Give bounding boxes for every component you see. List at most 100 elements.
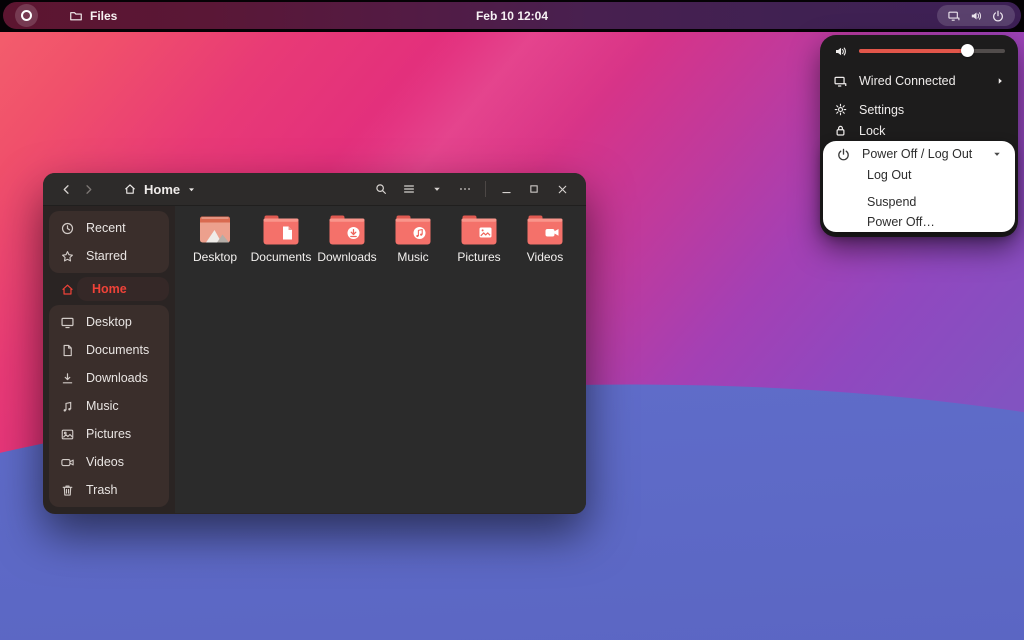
download-icon (60, 371, 75, 386)
desktop-folder-icon (197, 215, 233, 245)
gear-icon (833, 102, 848, 117)
trash-icon (60, 483, 75, 498)
sidebar-item-label: Home (92, 282, 127, 296)
location-button[interactable]: Home (115, 177, 204, 201)
folder-icon (395, 215, 431, 245)
caret-down-icon (992, 149, 1002, 159)
window-menu-button[interactable] (453, 177, 477, 201)
folder-item-downloads[interactable]: Downloads (314, 215, 380, 264)
submenu-item-power-off[interactable]: Power Off… (827, 212, 1011, 232)
folder-grid: Desktop Documents Downloads Music Pictur… (175, 206, 586, 513)
image-icon (60, 427, 75, 442)
forward-button[interactable] (77, 178, 99, 200)
menu-item-settings[interactable]: Settings (826, 99, 1012, 120)
folder-label: Downloads (317, 250, 377, 264)
folder-icon (263, 215, 299, 245)
ubuntu-logo-icon (21, 10, 32, 21)
volume-icon (833, 44, 848, 59)
home-icon (60, 282, 75, 297)
sidebar-item-label: Trash (86, 483, 118, 497)
sidebar-item-videos[interactable]: Videos (49, 448, 169, 476)
system-tray-button[interactable] (937, 5, 1015, 26)
document-icon (60, 343, 75, 358)
view-options-caret-button[interactable] (425, 177, 449, 201)
folder-item-music[interactable]: Music (380, 215, 446, 264)
volume-slider[interactable] (859, 44, 1005, 57)
folder-item-videos[interactable]: Videos (512, 215, 578, 264)
sidebar-item-label: Downloads (86, 371, 148, 385)
menu-item-lock[interactable]: Lock (826, 120, 1012, 141)
sidebar-item-label: Pictures (86, 427, 132, 441)
view-list-button[interactable] (397, 177, 421, 201)
network-wired-icon (833, 74, 848, 89)
back-button[interactable] (55, 178, 77, 200)
clock-label[interactable]: Feb 10 12:04 (476, 9, 548, 23)
close-button[interactable] (550, 177, 574, 201)
window-titlebar: Home (43, 173, 586, 206)
app-name: Files (90, 8, 118, 23)
volume-icon (969, 9, 983, 23)
folder-icon (69, 9, 83, 23)
files-window: Home Recent Starred Home Desktop Documen… (43, 173, 586, 514)
menu-item-power-off-log-out[interactable]: Power Off / Log Out (823, 143, 1015, 165)
caret-down-icon (187, 185, 196, 194)
power-icon (836, 147, 851, 162)
top-bar: Files Feb 10 12:04 (3, 2, 1021, 29)
submenu-item-log-out[interactable]: Log Out (827, 165, 1011, 185)
sidebar-item-label: Documents (86, 343, 150, 357)
power-icon (991, 9, 1005, 23)
video-camera-icon (60, 455, 75, 470)
sidebar-item-starred[interactable]: Starred (49, 242, 169, 270)
menu-item-label: Wired Connected (859, 74, 956, 88)
clock-icon (60, 221, 75, 236)
sidebar: Recent Starred Home Desktop Documents Do… (43, 206, 175, 513)
sidebar-item-downloads[interactable]: Downloads (49, 364, 169, 392)
menu-item-wired-connected[interactable]: Wired Connected (826, 69, 1012, 93)
sidebar-item-label: Recent (86, 221, 126, 235)
sidebar-item-label: Starred (86, 249, 127, 263)
quick-settings-menu: Wired Connected Settings Lock Power Off … (820, 35, 1018, 237)
sidebar-item-recent[interactable]: Recent (49, 214, 169, 242)
sidebar-item-trash[interactable]: Trash (49, 476, 169, 504)
location-label: Home (144, 181, 181, 197)
menu-item-label: Settings (859, 102, 905, 117)
display-icon (60, 315, 75, 330)
power-submenu-panel: Power Off / Log Out Log Out Suspend Powe… (823, 141, 1015, 232)
folder-icon (329, 215, 365, 245)
submenu-item-suspend[interactable]: Suspend (827, 192, 1011, 212)
volume-slider-knob[interactable] (961, 44, 975, 57)
folder-label: Music (397, 250, 429, 264)
music-note-icon (60, 399, 75, 414)
focused-app-indicator[interactable]: Files (69, 2, 117, 29)
sidebar-group-top: Recent Starred (49, 211, 169, 273)
submenu-separator (823, 185, 1015, 192)
menu-item-label: Lock (859, 123, 886, 138)
window-body: Recent Starred Home Desktop Documents Do… (43, 206, 586, 513)
folder-item-documents[interactable]: Documents (248, 215, 314, 264)
minimize-button[interactable] (494, 177, 518, 201)
sidebar-group-places: Desktop Documents Downloads Music Pictur… (49, 305, 169, 507)
folder-item-pictures[interactable]: Pictures (446, 215, 512, 264)
network-wired-icon (947, 9, 961, 23)
folder-label: Videos (526, 250, 564, 264)
sidebar-item-desktop[interactable]: Desktop (49, 308, 169, 336)
sidebar-item-pictures[interactable]: Pictures (49, 420, 169, 448)
maximize-button[interactable] (522, 177, 546, 201)
sidebar-item-music[interactable]: Music (49, 392, 169, 420)
folder-item-desktop[interactable]: Desktop (182, 215, 248, 264)
sidebar-item-home[interactable]: Home (49, 274, 169, 304)
clock-area: Feb 10 12:04 (3, 2, 1021, 29)
sidebar-item-label: Desktop (86, 315, 132, 329)
star-icon (60, 249, 75, 264)
folder-label: Pictures (457, 250, 501, 264)
volume-row (833, 39, 1005, 63)
volume-slider-fill (859, 49, 968, 53)
activities-button[interactable] (15, 4, 38, 27)
sidebar-item-documents[interactable]: Documents (49, 336, 169, 364)
lock-icon (833, 123, 848, 138)
search-button[interactable] (369, 177, 393, 201)
chevron-right-icon (995, 76, 1005, 86)
folder-icon (461, 215, 497, 245)
menu-item-label: Power Off / Log Out (862, 147, 973, 161)
sidebar-item-label: Music (86, 399, 119, 413)
